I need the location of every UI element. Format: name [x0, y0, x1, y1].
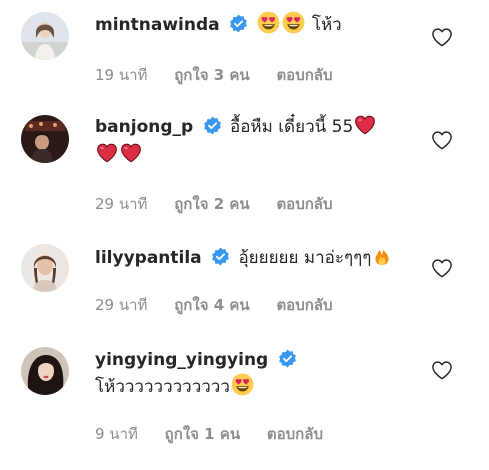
comment-time[interactable]: 29 นาที [95, 192, 147, 216]
reply-button[interactable]: ตอบกลับ [276, 192, 332, 216]
username[interactable]: mintnawinda [95, 15, 220, 35]
likes-count[interactable]: ถูกใจ 4 คน [174, 293, 249, 317]
heart-eyes-emoji [257, 11, 280, 42]
verified-badge-icon [278, 349, 297, 376]
username[interactable]: banjong_p [95, 117, 193, 137]
like-heart-icon[interactable] [431, 258, 453, 278]
reply-button[interactable]: ตอบกลับ [276, 293, 332, 317]
like-heart-icon[interactable] [431, 360, 453, 380]
verified-badge-icon [211, 247, 230, 274]
comment-time[interactable]: 9 นาที [95, 422, 138, 446]
username[interactable]: lilyypantila [95, 248, 202, 268]
comment-time[interactable]: 29 นาที [95, 293, 147, 317]
comment-time[interactable]: 19 นาที [95, 63, 147, 87]
like-heart-icon[interactable] [431, 27, 453, 47]
red-heart-emoji [120, 142, 142, 172]
red-heart-emoji [96, 142, 118, 172]
avatar[interactable] [21, 12, 69, 60]
comment-text: โห้วววววววววววว [95, 377, 230, 397]
heart-eyes-emoji [282, 11, 305, 42]
reply-button[interactable]: ตอบกลับ [276, 63, 332, 87]
avatar[interactable] [21, 244, 69, 292]
comment-text: อื้อหืม เดี๋ยวนี้ 55 [230, 117, 354, 137]
verified-badge-icon [229, 14, 248, 41]
like-heart-icon[interactable] [431, 130, 453, 150]
verified-badge-icon [203, 116, 222, 143]
likes-count[interactable]: ถูกใจ 1 คน [165, 422, 240, 446]
red-heart-emoji [354, 114, 376, 144]
comment-text: อุ้ยยยยย มาอ่ะๆๆๆ [238, 248, 372, 268]
likes-count[interactable]: ถูกใจ 2 คน [174, 192, 249, 216]
heart-eyes-emoji [231, 373, 254, 404]
username[interactable]: yingying_yingying [95, 350, 268, 370]
avatar[interactable] [21, 347, 69, 395]
avatar[interactable] [21, 115, 69, 163]
likes-count[interactable]: ถูกใจ 3 คน [174, 63, 249, 87]
reply-button[interactable]: ตอบกลับ [267, 422, 323, 446]
comment-text: โห้ว [311, 15, 342, 35]
fire-emoji [372, 245, 392, 275]
